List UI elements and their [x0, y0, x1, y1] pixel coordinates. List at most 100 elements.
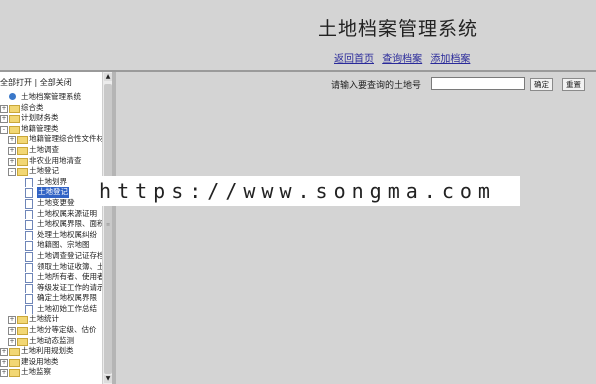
tree-node[interactable]: + 土地动态监测 [0, 336, 102, 347]
scroll-thumb[interactable]: ≡ [104, 84, 112, 374]
tree-node[interactable]: 土地权属来源证明 [0, 209, 102, 220]
expand-toggle-icon[interactable]: + [0, 115, 8, 124]
tree-node[interactable]: + 非农业用地清查 [0, 156, 102, 167]
tree-node[interactable]: + 土地分等定级、估价 [0, 325, 102, 336]
document-icon [25, 198, 33, 209]
expand-toggle-icon[interactable]: + [8, 157, 16, 166]
tree-node[interactable]: 领取土地证收簿、土 [0, 262, 102, 273]
tree-node-label[interactable]: 领取土地证收簿、土 [37, 262, 102, 273]
scroll-up-icon[interactable]: ▲ [104, 73, 112, 81]
tree-node[interactable]: 土地初始工作总结 [0, 304, 102, 315]
tree-node[interactable]: 土地调查登记证存档 [0, 251, 102, 262]
tree-node[interactable]: 等级发证工作的请示 [0, 283, 102, 294]
tree-node-label[interactable]: 土地权属界限、面积 [37, 219, 102, 230]
tree-controls-separator: | [34, 78, 38, 87]
sidebar: 全部打开 | 全部关闭 土地档案管理系统 + 综合类 + 计划财务类 - 地籍管理类 + 地籍管… [0, 72, 112, 384]
confirm-button[interactable]: 确定 [530, 78, 553, 91]
collapse-toggle-icon[interactable]: - [8, 168, 16, 177]
tree-node[interactable]: + 土地统计 [0, 314, 102, 325]
tree-node-label[interactable]: 土地监察 [21, 367, 51, 378]
folder-icon [17, 146, 28, 155]
tree-node[interactable]: 处理土地权属纠纷 [0, 230, 102, 241]
folder-icon [9, 369, 20, 378]
folder-icon [17, 157, 28, 166]
document-icon [25, 251, 33, 262]
document-icon [25, 304, 33, 315]
top-nav: 返回首页 查询档案 添加档案 [334, 50, 475, 65]
tree-node-label[interactable]: 地籍管理类 [21, 124, 59, 135]
tree-controls: 全部打开 | 全部关闭 [0, 77, 72, 88]
tree-node-label[interactable]: 非农业用地清查 [29, 156, 82, 167]
document-icon [25, 188, 33, 198]
document-icon [25, 283, 33, 294]
scroll-down-icon[interactable]: ▼ [104, 375, 112, 383]
expand-toggle-icon[interactable]: + [0, 348, 8, 357]
tree-node-label[interactable]: 确定土地权属界限 [37, 293, 97, 304]
tree-node-label[interactable]: 地籍管理综合性文件材 [29, 134, 102, 145]
scroll-grip-icon: ≡ [106, 222, 111, 228]
expand-toggle-icon[interactable]: + [0, 358, 8, 367]
tree-node-label[interactable]: 土地划界 [37, 177, 67, 188]
document-icon [25, 241, 33, 251]
tree-node-label[interactable]: 土地登记 [37, 187, 69, 198]
main-panel: 请输入要查询的土地号 确定 重置 [116, 72, 596, 384]
tree-node-label[interactable]: 土地权属来源证明 [37, 209, 97, 220]
tree-node[interactable]: + 土地调查 [0, 145, 102, 156]
tree-node[interactable]: + 土地利用规划类 [0, 346, 102, 357]
tree-node-label[interactable]: 土地初始工作总结 [37, 304, 97, 315]
tree-node[interactable]: 土地权属界限、面积 [0, 219, 102, 230]
expand-toggle-icon[interactable]: + [8, 316, 16, 325]
collapse-all-link[interactable]: 全部关闭 [40, 78, 72, 87]
tree-node[interactable]: 确定土地权属界限 [0, 293, 102, 304]
folder-icon [9, 348, 20, 357]
tree-node-label[interactable]: 土地调查登记证存档 [37, 251, 102, 262]
document-icon [25, 262, 33, 273]
nav-link-add[interactable]: 添加档案 [430, 54, 470, 65]
tree-node-label[interactable]: 土地档案管理系统 [21, 92, 81, 103]
land-number-input[interactable] [431, 77, 525, 90]
tree-node[interactable]: + 综合类 [0, 103, 102, 114]
tree-node-label[interactable]: 土地分等定级、估价 [29, 325, 97, 336]
category-tree: 土地档案管理系统 + 综合类 + 计划财务类 - 地籍管理类 + 地籍管理综合性文件材 + 土地调查… [0, 92, 102, 378]
expand-all-link[interactable]: 全部打开 [0, 78, 32, 87]
tree-node-label[interactable]: 土地调查 [29, 145, 59, 156]
tree-node-label[interactable]: 处理土地权属纠纷 [37, 230, 97, 241]
tree-node[interactable]: 土地档案管理系统 [0, 92, 102, 103]
folder-icon [17, 327, 28, 336]
tree-node[interactable]: + 土地监察 [0, 367, 102, 378]
tree-node-label[interactable]: 土地所有者、使用者 [37, 272, 102, 283]
app-title: 土地档案管理系统 [318, 18, 479, 40]
folder-icon [9, 358, 20, 367]
tree-node[interactable]: + 地籍管理综合性文件材 [0, 134, 102, 145]
tree-node-label[interactable]: 土地动态监测 [29, 336, 74, 347]
tree-node-label[interactable]: 土地统计 [29, 314, 59, 325]
nav-link-query[interactable]: 查询档案 [382, 54, 422, 65]
tree-node-label[interactable]: 计划财务类 [21, 113, 59, 124]
tree-node-label[interactable]: 建设用地类 [21, 357, 59, 368]
tree-node-label[interactable]: 地籍图、宗地图 [37, 240, 90, 251]
expand-toggle-icon[interactable]: + [8, 136, 16, 145]
tree-node[interactable]: - 地籍管理类 [0, 124, 102, 135]
document-icon [25, 273, 33, 283]
tree-node-label[interactable]: 综合类 [21, 103, 44, 114]
reset-button[interactable]: 重置 [562, 78, 585, 91]
tree-node-label[interactable]: 土地登记 [29, 166, 59, 177]
expand-toggle-icon[interactable]: + [0, 369, 8, 378]
document-icon [25, 230, 33, 241]
expand-toggle-icon[interactable]: + [8, 327, 16, 336]
tree-node[interactable]: 地籍图、宗地图 [0, 240, 102, 251]
tree-node[interactable]: 土地所有者、使用者 [0, 272, 102, 283]
collapse-toggle-icon[interactable]: - [0, 125, 8, 134]
expand-toggle-icon[interactable]: + [0, 104, 8, 113]
folder-icon [17, 168, 28, 177]
search-label: 请输入要查询的土地号 [331, 81, 422, 91]
tree-node[interactable]: + 计划财务类 [0, 113, 102, 124]
tree-node-label[interactable]: 等级发证工作的请示 [37, 283, 102, 294]
nav-link-home[interactable]: 返回首页 [334, 54, 374, 65]
sidebar-scrollbar[interactable]: ▲ ≡ ▼ [102, 72, 112, 384]
expand-toggle-icon[interactable]: + [8, 337, 16, 346]
folder-icon [9, 104, 20, 113]
tree-node[interactable]: + 建设用地类 [0, 357, 102, 368]
tree-node-label[interactable]: 土地利用规划类 [21, 346, 74, 357]
expand-toggle-icon[interactable]: + [8, 146, 16, 155]
